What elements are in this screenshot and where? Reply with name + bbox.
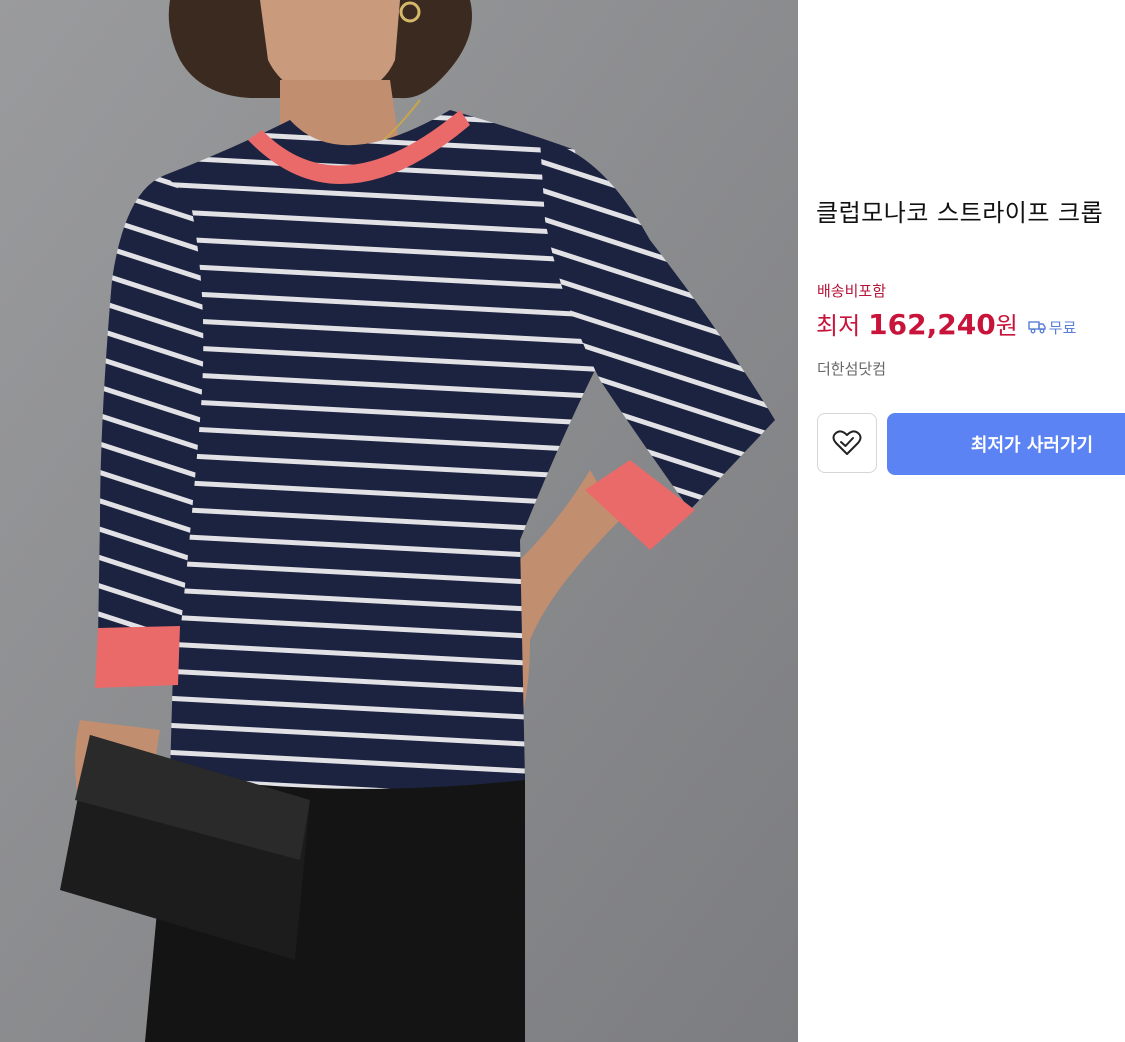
price-prefix: 최저 <box>816 312 861 340</box>
product-info-panel: 클럽모나코 스트라이프 크롭 배송비포함 최저 162,240 원 무료 더한섬… <box>798 0 1125 1042</box>
shipping-included-note: 배송비포함 <box>817 282 887 300</box>
price-row: 최저 162,240 원 무료 <box>816 306 1076 341</box>
product-image[interactable] <box>0 0 798 1042</box>
wishlist-button[interactable] <box>817 413 877 473</box>
delivery-label: 무료 <box>1048 318 1077 337</box>
heart-check-icon <box>832 430 862 455</box>
free-delivery-badge: 무료 <box>1028 317 1077 338</box>
price-amount: 162,240 <box>868 308 996 341</box>
truck-icon <box>1028 321 1046 334</box>
seller-name[interactable]: 더한섬닷컴 <box>817 358 886 379</box>
buy-lowest-price-button[interactable]: 최저가 사러가기 <box>887 413 1125 475</box>
price-currency: 원 <box>995 312 1018 340</box>
product-title[interactable]: 클럽모나코 스트라이프 크롭 <box>816 193 1103 228</box>
